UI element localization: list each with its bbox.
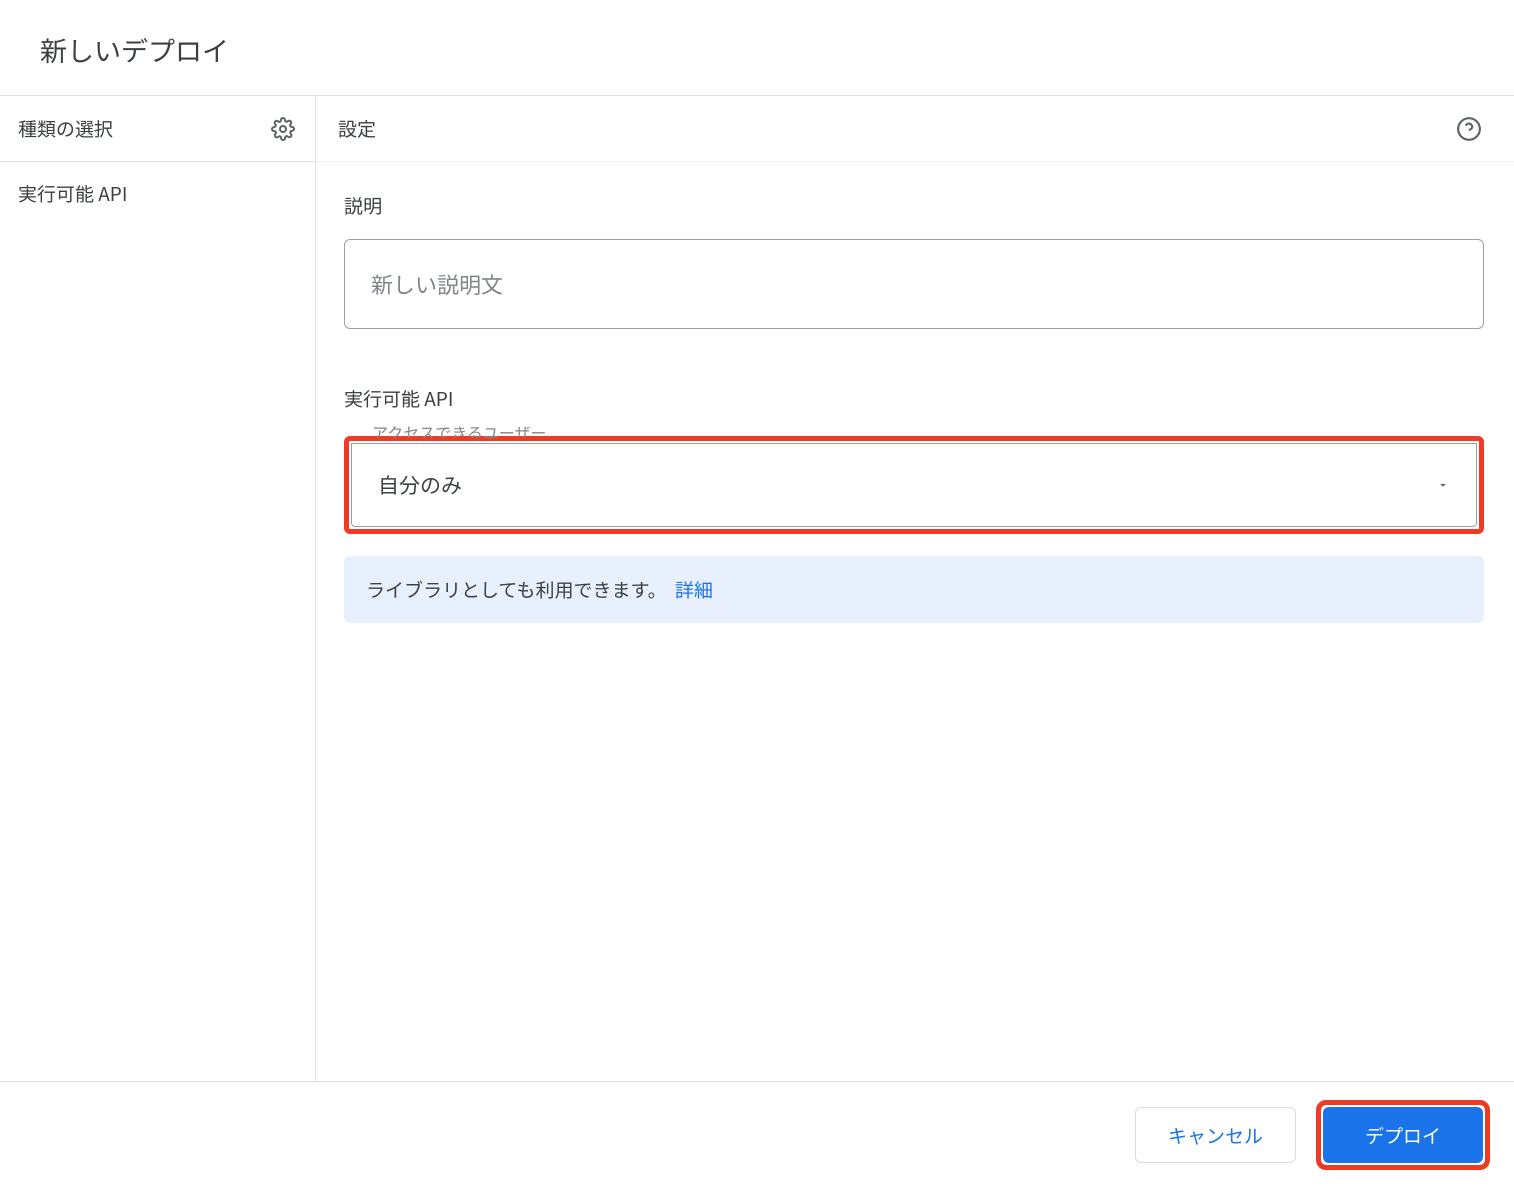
gear-icon[interactable] (269, 115, 297, 143)
sidebar-item-api[interactable]: 実行可能 API (0, 162, 315, 225)
help-icon[interactable] (1454, 114, 1484, 144)
main-panel: 設定 説明 実行可能 API アクセスできるユーザー 自分のみ (316, 96, 1514, 1081)
dropdown-highlight-annotation: 自分のみ (344, 436, 1484, 534)
deploy-highlight-annotation: デプロイ (1316, 1100, 1490, 1170)
library-info-link[interactable]: 詳細 (675, 576, 713, 603)
dialog-title: 新しいデプロイ (0, 0, 1514, 96)
main-header: 設定 (316, 96, 1514, 162)
api-section-title: 実行可能 API (344, 385, 1484, 412)
cancel-button[interactable]: キャンセル (1135, 1107, 1296, 1163)
deploy-button[interactable]: デプロイ (1323, 1107, 1483, 1163)
dropdown-selected-value: 自分のみ (378, 470, 462, 500)
chevron-down-icon (1436, 473, 1450, 497)
library-info-box: ライブラリとしても利用できます。 詳細 (344, 556, 1484, 623)
library-info-text: ライブラリとしても利用できます。 (366, 576, 667, 603)
description-input[interactable] (344, 239, 1484, 329)
settings-title: 設定 (338, 115, 376, 142)
access-user-dropdown[interactable]: 自分のみ (351, 443, 1477, 527)
description-label: 説明 (344, 192, 1484, 219)
dialog-footer: キャンセル デプロイ (0, 1081, 1514, 1188)
sidebar-header: 種類の選択 (0, 96, 315, 162)
type-select-label: 種類の選択 (18, 115, 113, 142)
sidebar: 種類の選択 実行可能 API (0, 96, 316, 1081)
